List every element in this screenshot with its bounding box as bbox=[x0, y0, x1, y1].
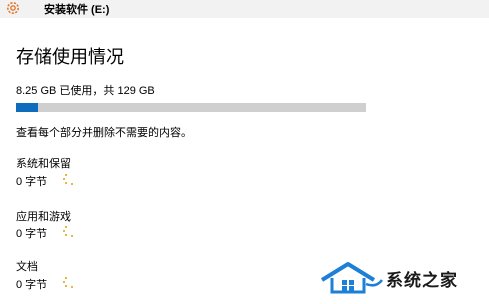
loading-spinner-icon bbox=[62, 275, 78, 289]
drive-title: 安装软件 (E:) bbox=[44, 4, 110, 16]
gear-icon[interactable] bbox=[5, 0, 21, 16]
watermark-text: 系统之家 bbox=[386, 271, 458, 290]
usage-progress-bar bbox=[16, 103, 366, 112]
usage-progress-fill bbox=[16, 103, 39, 112]
title-bar: 安装软件 (E:) bbox=[0, 0, 489, 18]
category-label-system[interactable]: 系统和保留 bbox=[16, 155, 71, 171]
page-title: 存储使用情况 bbox=[16, 47, 124, 67]
category-size-apps: 0 字节 bbox=[16, 228, 48, 240]
category-label-apps[interactable]: 应用和游戏 bbox=[16, 208, 71, 224]
loading-spinner-icon bbox=[62, 172, 78, 186]
category-label-documents[interactable]: 文档 bbox=[16, 258, 38, 274]
loading-spinner-icon bbox=[62, 224, 78, 238]
usage-summary: 8.25 GB 已使用，共 129 GB bbox=[16, 85, 155, 97]
description-text: 查看每个部分并删除不需要的内容。 bbox=[16, 127, 192, 139]
watermark-logo: 系统之家 bbox=[318, 258, 488, 298]
category-size-documents: 0 字节 bbox=[16, 279, 48, 291]
house-logo-icon bbox=[320, 262, 383, 294]
category-size-system: 0 字节 bbox=[16, 176, 48, 188]
